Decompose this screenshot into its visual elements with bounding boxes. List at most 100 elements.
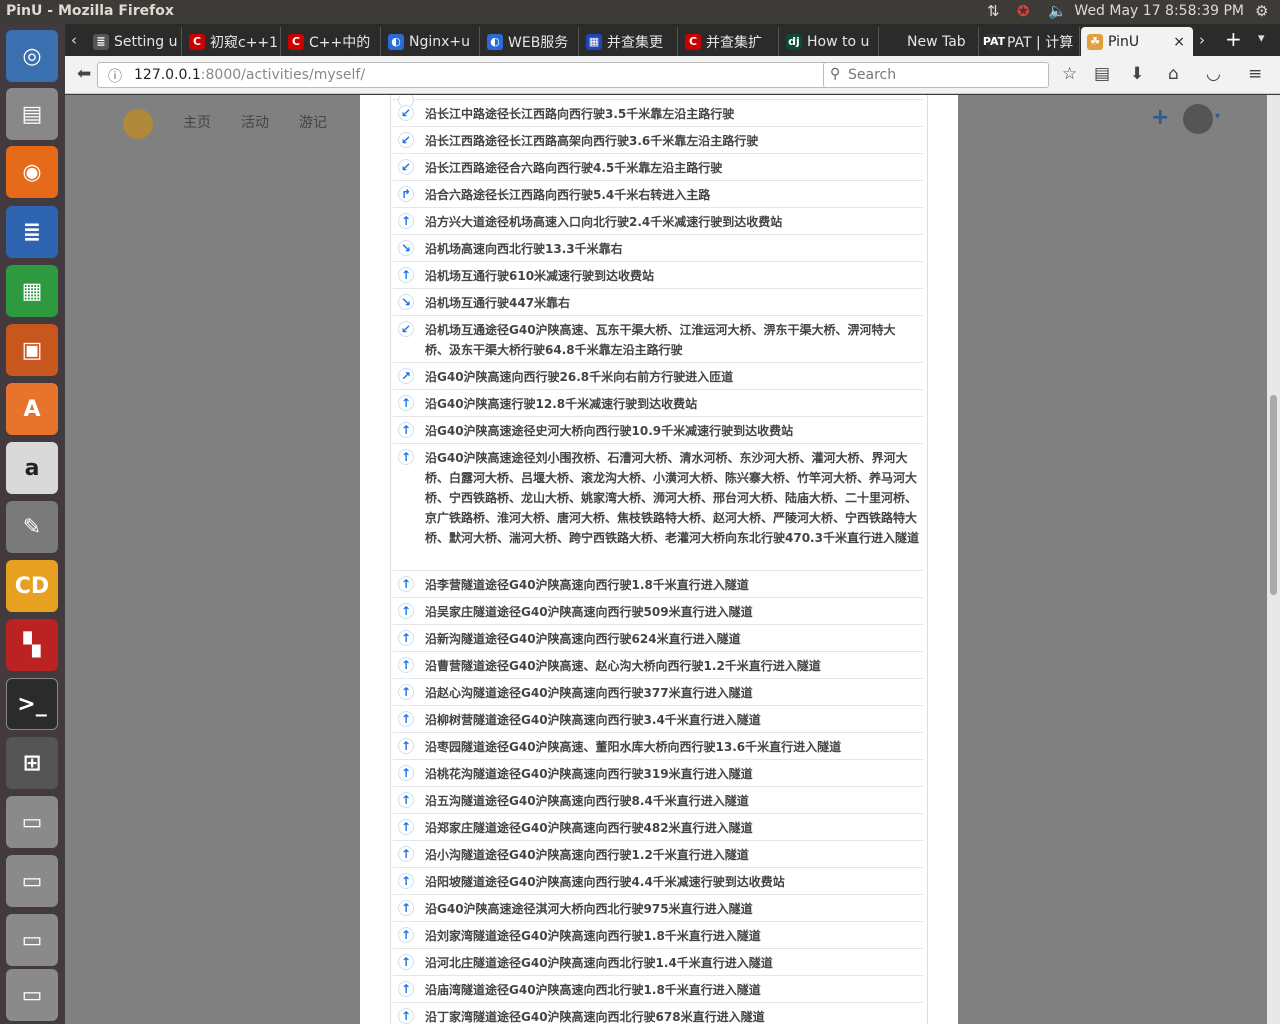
tab[interactable]: C 并查集扩 <box>679 27 779 56</box>
tab[interactable]: dj How to u <box>780 27 879 56</box>
tab[interactable]: ◐ Nginx+u <box>382 27 480 56</box>
route-step: ↑ 沿桃花沟隧道途径G40沪陕高速向西行驶319米直行进入隧道 <box>393 760 923 787</box>
url-bar[interactable]: ⓘ 127.0.0.1:8000/activities/myself/ ↻ <box>97 62 881 88</box>
tab[interactable]: ☘ PinU × <box>1081 27 1193 56</box>
back-icon[interactable]: ⬅ <box>77 64 91 84</box>
route-step: ↙ 沿长江中路途径长江西路向西行驶3.5千米靠左沿主路行驶 <box>393 100 923 127</box>
page-scrollbar[interactable] <box>1267 95 1280 1024</box>
ubuntu-dash-icon[interactable]: ◎ <box>6 30 58 82</box>
tab[interactable]: New Tab <box>880 27 979 56</box>
favicon-icon: dj <box>786 33 802 50</box>
writer-icon[interactable]: ≣ <box>6 206 58 258</box>
route-step-text: 沿五沟隧道途径G40沪陕高速向西行驶8.4千米直行进入隧道 <box>425 794 749 808</box>
direction-icon: ↑ <box>398 603 414 619</box>
route-step-text: 沿丁家湾隧道途径G40沪陕高速向西北行驶678米直行进入隧道 <box>425 1010 765 1024</box>
terminal-icon[interactable]: >_ <box>6 678 58 730</box>
chevron-down-icon[interactable]: ▾ <box>1215 111 1220 122</box>
direction-icon: ↱ <box>398 186 414 202</box>
tab[interactable]: ▦ 并查集更 <box>580 27 678 56</box>
power-icon[interactable]: ⚙ <box>1255 2 1268 20</box>
scroll-tabs-left-icon[interactable]: ‹ <box>71 31 77 49</box>
search-placeholder: Search <box>848 67 897 83</box>
drive-icon[interactable]: ▭ <box>6 796 58 848</box>
direction-icon: ↑ <box>398 819 414 835</box>
clock[interactable]: Wed May 17 8:58:39 PM <box>1074 3 1244 19</box>
drive-icon[interactable]: ▭ <box>6 969 58 1021</box>
nav-activities[interactable]: 活动 <box>241 112 269 132</box>
route-step: ↑ 沿G40沪陕高速途径淇河大桥向西北行驶975米直行进入隧道 <box>393 895 923 922</box>
route-step: ↑ 沿李营隧道途径G40沪陕高速向西行驶1.8千米直行进入隧道 <box>393 571 923 598</box>
direction-icon: ↑ <box>398 449 414 465</box>
software-center-icon[interactable]: A <box>6 383 58 435</box>
network-icon[interactable]: ⇅ <box>987 2 1000 20</box>
direction-icon: ↑ <box>398 900 414 916</box>
drive-icon[interactable]: ▭ <box>6 855 58 907</box>
route-step: ↑ 沿柳树营隧道途径G40沪陕高速向西行驶3.4千米直行进入隧道 <box>393 706 923 733</box>
favicon-icon: ≣ <box>93 33 109 50</box>
direction-icon: ↑ <box>398 711 414 727</box>
route-step-text <box>419 95 429 99</box>
puzzle-app-icon[interactable]: ▚ <box>6 619 58 671</box>
tab[interactable]: C C++中的 <box>282 27 381 56</box>
workspace-switcher-icon[interactable]: ⊞ <box>6 737 58 789</box>
disc-burner-icon[interactable]: CD <box>6 560 58 612</box>
tab[interactable]: C 初窥c++1 <box>183 27 281 56</box>
tab[interactable]: PAT PAT | 计算 <box>980 27 1080 56</box>
route-step-text: 沿长江西路途径长江西路高架向西行驶3.6千米靠左沿主路行驶 <box>425 134 759 148</box>
avatar[interactable] <box>1183 104 1213 134</box>
tab-list-icon[interactable]: ▾ <box>1258 31 1265 46</box>
site-logo[interactable] <box>123 109 153 139</box>
volume-icon[interactable]: 🔈 <box>1048 2 1067 20</box>
amazon-icon[interactable]: a <box>6 442 58 494</box>
scrollbar-thumb[interactable] <box>1270 395 1277 595</box>
info-icon[interactable]: ⓘ <box>108 66 122 86</box>
route-modal: ↙ 沿长江中路途径长江西路向西行驶3.5千米靠左沿主路行驶 ↙ 沿长江西路途径长江西路… <box>360 95 958 1024</box>
close-tab-icon[interactable]: × <box>1173 34 1185 50</box>
input-method-icon[interactable]: ✪ <box>1017 2 1030 20</box>
settings-icon[interactable]: ✎ <box>6 501 58 553</box>
home-icon[interactable]: ⌂ <box>1168 64 1179 84</box>
route-step-text: 沿机场互通途径G40沪陕高速、瓦东干渠大桥、江淮运河大桥、淠东干渠大桥、淠河特大… <box>425 323 896 357</box>
route-step: ↙ 沿长江西路途径合六路向西行驶4.5千米靠左沿主路行驶 <box>393 154 923 181</box>
reading-list-icon[interactable]: ▤ <box>1094 64 1110 84</box>
route-step-text: 沿枣园隧道途径G40沪陕高速、董阳水库大桥向西行驶13.6千米直行进入隧道 <box>425 740 842 754</box>
route-step: ↑ 沿机场互通行驶610米减速行驶到达收费站 <box>393 262 923 289</box>
tab[interactable]: ≣ Setting u <box>87 27 182 56</box>
route-step: ↑ 沿庙湾隧道途径G40沪陕高速向西北行驶1.8千米直行进入隧道 <box>393 976 923 1003</box>
route-step-text: 沿G40沪陕高速行驶12.8千米减速行驶到达收费站 <box>425 397 698 411</box>
favicon-icon: PAT <box>982 33 1006 50</box>
tab-strip: ‹ ≣ Setting u C 初窥c++1 C C++中的 ◐ Nginx+u ◐ WEB服务 ▦… <box>65 24 1280 56</box>
direction-icon: ↘ <box>398 294 414 310</box>
bookmark-star-icon[interactable]: ☆ <box>1062 64 1077 84</box>
add-icon[interactable]: + <box>1151 105 1169 130</box>
direction-icon: ↑ <box>398 657 414 673</box>
nav-home[interactable]: 主页 <box>183 112 211 132</box>
route-step-text: 沿刘家湾隧道途径G40沪陕高速向西行驶1.8千米直行进入隧道 <box>425 929 761 943</box>
tab[interactable]: ◐ WEB服务 <box>481 27 579 56</box>
route-step-text: 沿G40沪陕高速途径刘小围孜桥、石漕河大桥、清水河桥、东沙河大桥、灌河大桥、界河… <box>425 451 919 545</box>
favicon-icon: C <box>189 33 205 50</box>
direction-icon: ↑ <box>398 1008 414 1024</box>
pocket-icon[interactable]: ◡ <box>1206 64 1221 84</box>
route-step-text: 沿柳树营隧道途径G40沪陕高速向西行驶3.4千米直行进入隧道 <box>425 713 761 727</box>
nav-travelogues[interactable]: 游记 <box>299 112 327 132</box>
drive-icon[interactable]: ▭ <box>6 914 58 966</box>
scroll-tabs-right-icon[interactable]: › <box>1199 31 1205 49</box>
search-box[interactable]: ⚲ Search <box>823 62 1049 88</box>
tab-label: PAT | 计算 <box>1007 34 1074 51</box>
impress-icon[interactable]: ▣ <box>6 324 58 376</box>
new-tab-icon[interactable]: + <box>1225 27 1242 51</box>
url-path: :8000/activities/myself/ <box>200 67 366 83</box>
route-step: ↑ 沿刘家湾隧道途径G40沪陕高速向西行驶1.8千米直行进入隧道 <box>393 922 923 949</box>
direction-icon: ↗ <box>398 368 414 384</box>
direction-icon: ↑ <box>398 738 414 754</box>
route-step-text: 沿阳坡隧道途径G40沪陕高速向西行驶4.4千米减速行驶到达收费站 <box>425 875 785 889</box>
firefox-icon[interactable]: ◉ <box>6 146 58 198</box>
search-icon: ⚲ <box>830 66 841 82</box>
route-step: ↑ 沿阳坡隧道途径G40沪陕高速向西行驶4.4千米减速行驶到达收费站 <box>393 868 923 895</box>
downloads-icon[interactable]: ⬇ <box>1130 64 1144 84</box>
direction-icon: ↙ <box>398 132 414 148</box>
files-icon[interactable]: ▤ <box>6 88 58 140</box>
calc-icon[interactable]: ▦ <box>6 265 58 317</box>
menu-icon[interactable]: ≡ <box>1248 64 1262 84</box>
